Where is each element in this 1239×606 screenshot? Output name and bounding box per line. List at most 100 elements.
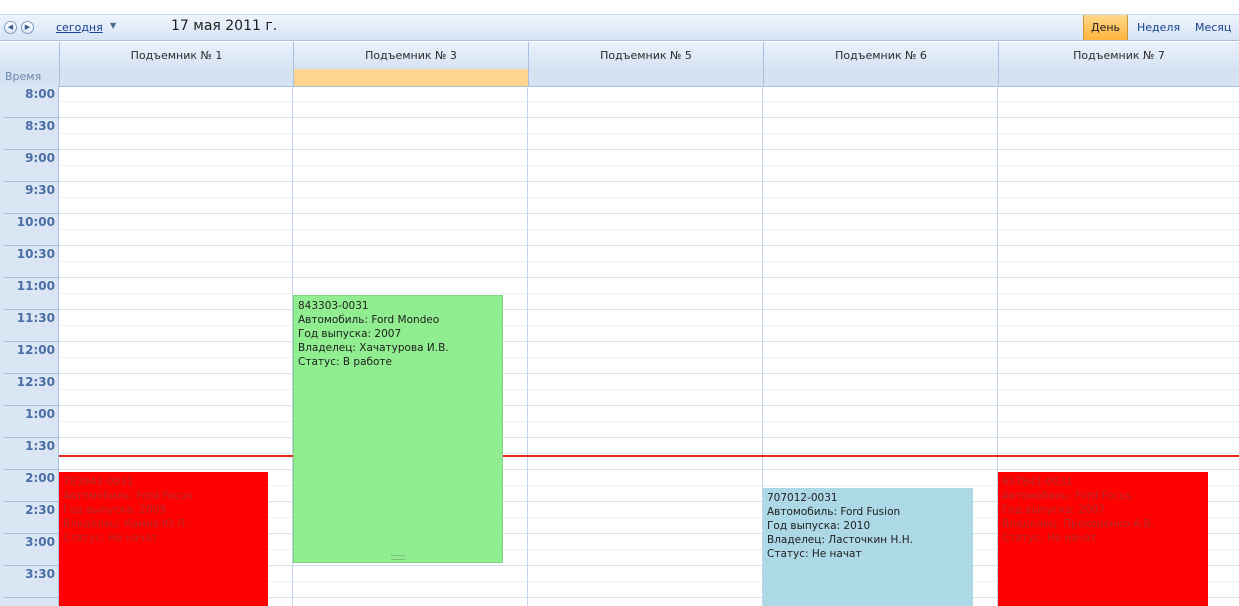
appointment-year: Год выпуска: 2010 — [767, 520, 871, 532]
chevron-right-icon[interactable]: ▶ — [21, 21, 34, 34]
time-label: 12:00 — [16, 343, 55, 357]
all-day-cell[interactable] — [528, 69, 763, 86]
grid-line — [59, 117, 1239, 118]
view-day-button[interactable]: День — [1083, 15, 1128, 40]
grid-line — [59, 309, 1239, 310]
appointment-owner: Владелец: Ласточкин Н.Н. — [767, 534, 913, 546]
grid-line — [59, 421, 1239, 422]
grid-line — [59, 101, 1239, 102]
time-label: 9:00 — [25, 151, 55, 165]
appointment-year: Год выпуска: 2009 — [63, 504, 167, 516]
date-title: 17 мая 2011 г. — [171, 18, 278, 34]
ruler-line — [4, 181, 59, 182]
time-label: 2:00 — [25, 471, 55, 485]
ruler-line — [4, 309, 59, 310]
ruler-line — [4, 565, 59, 566]
grid-line — [59, 469, 1239, 470]
appointment-status: Статус: Не начат — [1002, 532, 1097, 544]
column-divider — [527, 86, 528, 606]
grid-line — [59, 373, 1239, 374]
ruler-line — [4, 437, 59, 438]
ruler-line — [4, 117, 59, 118]
appointment-card[interactable]: 707012-0031 Автомобиль: Ford Fusion Год … — [763, 488, 973, 606]
all-day-cell[interactable] — [763, 69, 998, 86]
grid-line — [59, 325, 1239, 326]
time-label: 12:30 — [16, 375, 55, 389]
view-month-button[interactable]: Месяц — [1195, 15, 1231, 40]
grid-line — [59, 453, 1239, 454]
view-week-button[interactable]: Неделя — [1137, 15, 1180, 40]
resource-header[interactable]: Подъемник № 1 — [59, 42, 293, 69]
grid-line — [59, 293, 1239, 294]
resource-header[interactable]: Подъемник № 7 — [998, 42, 1239, 69]
time-label: 10:30 — [16, 247, 55, 261]
ruler-line — [4, 597, 59, 598]
appointment-year: Год выпуска: 2007 — [298, 328, 402, 340]
time-caption: Время — [5, 70, 42, 83]
ruler-line — [4, 501, 59, 502]
grid-line — [59, 277, 1239, 278]
time-label: 1:00 — [25, 407, 55, 421]
grid-line — [59, 245, 1239, 246]
appointment-owner: Владелец: Хачатурова И.В. — [298, 342, 449, 354]
ruler-line — [4, 149, 59, 150]
time-ruler: 8:00 8:30 9:00 9:30 10:00 10:30 11:00 11… — [0, 86, 59, 606]
time-label: 2:30 — [25, 503, 55, 517]
appointment-id: 657841-0031 — [1002, 476, 1073, 488]
time-label: 11:00 — [16, 279, 55, 293]
appointment-owner: Владелец: Прохоренко А.В. — [1002, 518, 1155, 530]
appointment-car: Автомобиль: Ford Focus — [1002, 490, 1132, 502]
resource-header[interactable]: Подъемник № 6 — [763, 42, 998, 69]
appointment-card[interactable]: 843303-0031 Автомобиль: Ford Mondeo Год … — [293, 295, 503, 563]
appointment-status: Статус: Не начат — [63, 532, 158, 544]
all-day-cell-selected[interactable] — [293, 69, 528, 86]
ruler-line — [4, 245, 59, 246]
grid-line — [59, 229, 1239, 230]
scheduler-app: ◀ ▶ сегодня ▼ 17 мая 2011 г. День Неделя… — [0, 0, 1239, 606]
grid-line — [59, 133, 1239, 134]
current-time-line — [59, 455, 1239, 457]
all-day-cell[interactable] — [998, 69, 1239, 86]
time-label: 3:00 — [25, 535, 55, 549]
chevron-left-icon[interactable]: ◀ — [4, 21, 17, 34]
ruler-line — [4, 213, 59, 214]
today-link[interactable]: сегодня — [56, 21, 103, 34]
ruler-line — [4, 469, 59, 470]
time-label: 8:30 — [25, 119, 55, 133]
time-label: 1:30 — [25, 439, 55, 453]
resource-header[interactable]: Подъемник № 3 — [293, 42, 528, 69]
appointment-year: Год выпуска: 2007 — [1002, 504, 1106, 516]
appointment-car: Автомобиль: Ford Focus — [63, 490, 193, 502]
ruler-line — [4, 341, 59, 342]
appointment-car: Автомобиль: Ford Mondeo — [298, 314, 440, 326]
appointment-car: Автомобиль: Ford Fusion — [767, 506, 901, 518]
ruler-line — [4, 533, 59, 534]
grid-line — [59, 197, 1239, 198]
all-day-row — [0, 69, 1239, 87]
grid-line — [59, 405, 1239, 406]
appointment-owner: Владелец: Камов Ю.Л. — [63, 518, 188, 530]
grid-line — [59, 437, 1239, 438]
ruler-line — [4, 373, 59, 374]
resource-header-row: Подъемник № 1 Подъемник № 3 Подъемник № … — [0, 42, 1239, 70]
time-label: 3:30 — [25, 567, 55, 581]
appointment-status: Статус: В работе — [298, 356, 392, 368]
scheduler-toolbar: ◀ ▶ сегодня ▼ 17 мая 2011 г. День Неделя… — [0, 14, 1239, 41]
ruler-line — [4, 277, 59, 278]
grid-line — [59, 165, 1239, 166]
appointment-card[interactable]: 657841-0031 Автомобиль: Ford Focus Год в… — [998, 472, 1208, 606]
time-label: 10:00 — [16, 215, 55, 229]
resize-handle[interactable] — [391, 555, 405, 560]
time-label: 11:30 — [16, 311, 55, 325]
grid-line — [59, 389, 1239, 390]
appointment-id: 707012-0031 — [767, 492, 838, 504]
grid-line — [59, 357, 1239, 358]
chevron-down-icon[interactable]: ▼ — [110, 21, 116, 30]
all-day-cell[interactable] — [59, 69, 293, 86]
grid-line — [59, 341, 1239, 342]
appointment-id: 843303-0031 — [298, 300, 369, 312]
appointment-id: 783943-0031 — [63, 476, 134, 488]
resource-header[interactable]: Подъемник № 5 — [528, 42, 763, 69]
appointment-card[interactable]: 783943-0031 Автомобиль: Ford Focus Год в… — [59, 472, 268, 606]
ruler-line — [4, 405, 59, 406]
